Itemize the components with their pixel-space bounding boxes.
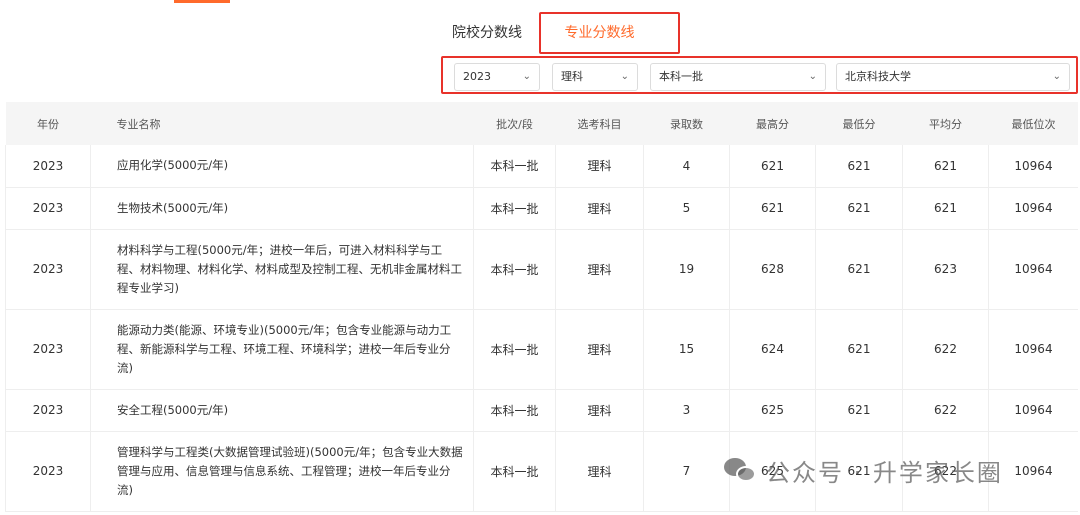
cell-avg-score: 623 [902,229,989,310]
col-header-major-name: 专业名称 [116,117,161,131]
subject-select[interactable]: 理科 ⌄ [552,63,638,91]
cell-subject: 理科 [555,229,644,310]
cell-admitted: 15 [643,309,730,390]
chevron-down-icon: ⌄ [808,71,817,82]
score-table: 年份 专业名称 批次/段 选考科目 录取数 最高分 最低分 平均分 最低位次 2… [5,102,1078,512]
school-select[interactable]: 北京科技大学 ⌄ [836,63,1070,91]
cell-batch: 本科一批 [473,309,556,390]
cell-subject: 理科 [555,389,644,432]
col-header-batch: 批次/段 [496,117,533,131]
year-select-value: 2023 [463,70,491,83]
cell-max-score: 624 [729,309,816,390]
top-accent-bar [174,0,230,3]
table-row: 2023 能源动力类(能源、环境专业)(5000元/年；包含专业能源与动力工程、… [5,309,1078,390]
cell-major-name: 生物技术(5000元/年) [90,187,474,230]
cell-major-name: 应用化学(5000元/年) [90,145,474,188]
cell-avg-score: 622 [902,431,989,512]
col-header-admitted: 录取数 [670,117,703,131]
cell-admitted: 4 [643,145,730,188]
cell-year: 2023 [5,431,91,512]
batch-select[interactable]: 本科一批 ⌄ [650,63,826,91]
cell-min-score: 621 [815,431,903,512]
cell-max-score: 625 [729,431,816,512]
table-row: 2023 生物技术(5000元/年) 本科一批 理科 5 621 621 621… [5,187,1078,230]
cell-max-score: 628 [729,229,816,310]
cell-batch: 本科一批 [473,229,556,310]
subject-select-value: 理科 [561,70,583,83]
year-select[interactable]: 2023 ⌄ [454,63,540,91]
cell-major-name: 管理科学与工程类(大数据管理试验班)(5000元/年；包含专业大数据管理与应用、… [90,431,474,512]
cell-year: 2023 [5,187,91,230]
table-header-row: 年份 专业名称 批次/段 选考科目 录取数 最高分 最低分 平均分 最低位次 [5,102,1078,145]
chevron-down-icon: ⌄ [620,71,629,82]
cell-min-rank: 10964 [988,389,1078,432]
cell-batch: 本科一批 [473,145,556,188]
cell-avg-score: 622 [902,389,989,432]
score-type-tabs: 院校分数线 专业分数线 [0,12,1080,54]
cell-admitted: 5 [643,187,730,230]
cell-subject: 理科 [555,187,644,230]
cell-subject: 理科 [555,431,644,512]
col-header-year: 年份 [37,117,59,131]
tab-school-score-line[interactable]: 院校分数线 [452,12,522,54]
cell-avg-score: 621 [902,187,989,230]
cell-min-rank: 10964 [988,229,1078,310]
cell-major-name: 能源动力类(能源、环境专业)(5000元/年；包含专业能源与动力工程、新能源科学… [90,309,474,390]
cell-min-score: 621 [815,229,903,310]
school-select-value: 北京科技大学 [845,70,911,83]
cell-year: 2023 [5,145,91,188]
cell-min-score: 621 [815,309,903,390]
cell-min-score: 621 [815,187,903,230]
cell-min-rank: 10964 [988,431,1078,512]
cell-min-score: 621 [815,389,903,432]
cell-subject: 理科 [555,309,644,390]
cell-min-rank: 10964 [988,187,1078,230]
cell-major-name: 材料科学与工程(5000元/年；进校一年后，可进入材料科学与工程、材料物理、材料… [90,229,474,310]
chevron-down-icon: ⌄ [1052,71,1061,82]
cell-batch: 本科一批 [473,187,556,230]
table-row: 2023 应用化学(5000元/年) 本科一批 理科 4 621 621 621… [5,145,1078,188]
cell-year: 2023 [5,229,91,310]
col-header-subject: 选考科目 [577,117,622,131]
cell-batch: 本科一批 [473,389,556,432]
cell-max-score: 621 [729,187,816,230]
cell-year: 2023 [5,309,91,390]
col-header-max-score: 最高分 [756,117,789,131]
cell-avg-score: 621 [902,145,989,188]
cell-max-score: 625 [729,389,816,432]
table-row: 2023 材料科学与工程(5000元/年；进校一年后，可进入材料科学与工程、材料… [5,229,1078,310]
cell-admitted: 3 [643,389,730,432]
col-header-avg-score: 平均分 [929,117,962,131]
table-row: 2023 安全工程(5000元/年) 本科一批 理科 3 625 621 622… [5,389,1078,432]
table-row: 2023 管理科学与工程类(大数据管理试验班)(5000元/年；包含专业大数据管… [5,431,1078,512]
cell-max-score: 621 [729,145,816,188]
cell-major-name: 安全工程(5000元/年) [90,389,474,432]
col-header-min-score: 最低分 [842,117,876,131]
cell-batch: 本科一批 [473,431,556,512]
cell-admitted: 19 [643,229,730,310]
score-table-container: 年份 专业名称 批次/段 选考科目 录取数 最高分 最低分 平均分 最低位次 2… [5,102,1078,515]
cell-year: 2023 [5,389,91,432]
cell-avg-score: 622 [902,309,989,390]
cell-min-score: 621 [815,145,903,188]
tab-major-score-line[interactable]: 专业分数线 [539,12,680,54]
cell-min-rank: 10964 [988,145,1078,188]
cell-admitted: 7 [643,431,730,512]
chevron-down-icon: ⌄ [522,71,531,82]
col-header-min-rank: 最低位次 [1011,117,1056,131]
filter-bar: 2023 ⌄ 理科 ⌄ 本科一批 ⌄ 北京科技大学 ⌄ [441,56,1078,94]
cell-subject: 理科 [555,145,644,188]
cell-min-rank: 10964 [988,309,1078,390]
batch-select-value: 本科一批 [659,70,703,83]
